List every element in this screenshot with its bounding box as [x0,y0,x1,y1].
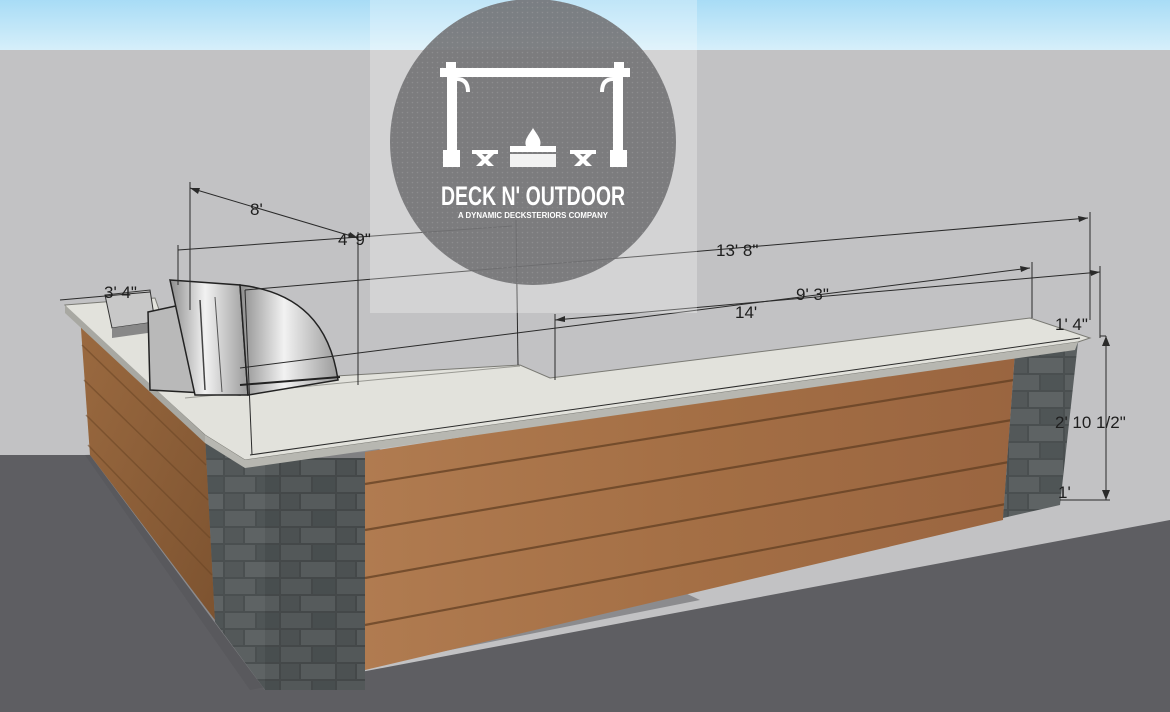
dim-counter-depth: 1' 4" [1055,315,1088,334]
watermark-tagline: A DYNAMIC DECKSTERIORS COMPANY [458,211,609,220]
watermark: DECK N' OUTDOOR A DYNAMIC DECKSTERIORS C… [370,0,697,313]
dim-front-length: 14' [735,303,757,322]
outdoor-kitchen-drawing: 8' 4' 9" 3' 4" 13' 8" 9' 3" 14' 1' 4" 2'… [0,0,1170,712]
dim-base-height: 1' [1058,483,1071,502]
watermark-brand: DECK N' OUTDOOR [441,181,625,211]
dim-height: 2' 10 1/2" [1055,413,1126,432]
dim-grill-offset: 4' 9" [338,230,371,249]
dim-overall-left-depth: 8' [250,200,263,219]
dim-back-length: 13' 8" [716,241,758,260]
dim-left-return-width: 3' 4" [104,283,137,302]
dim-bar-run: 9' 3" [796,285,829,304]
